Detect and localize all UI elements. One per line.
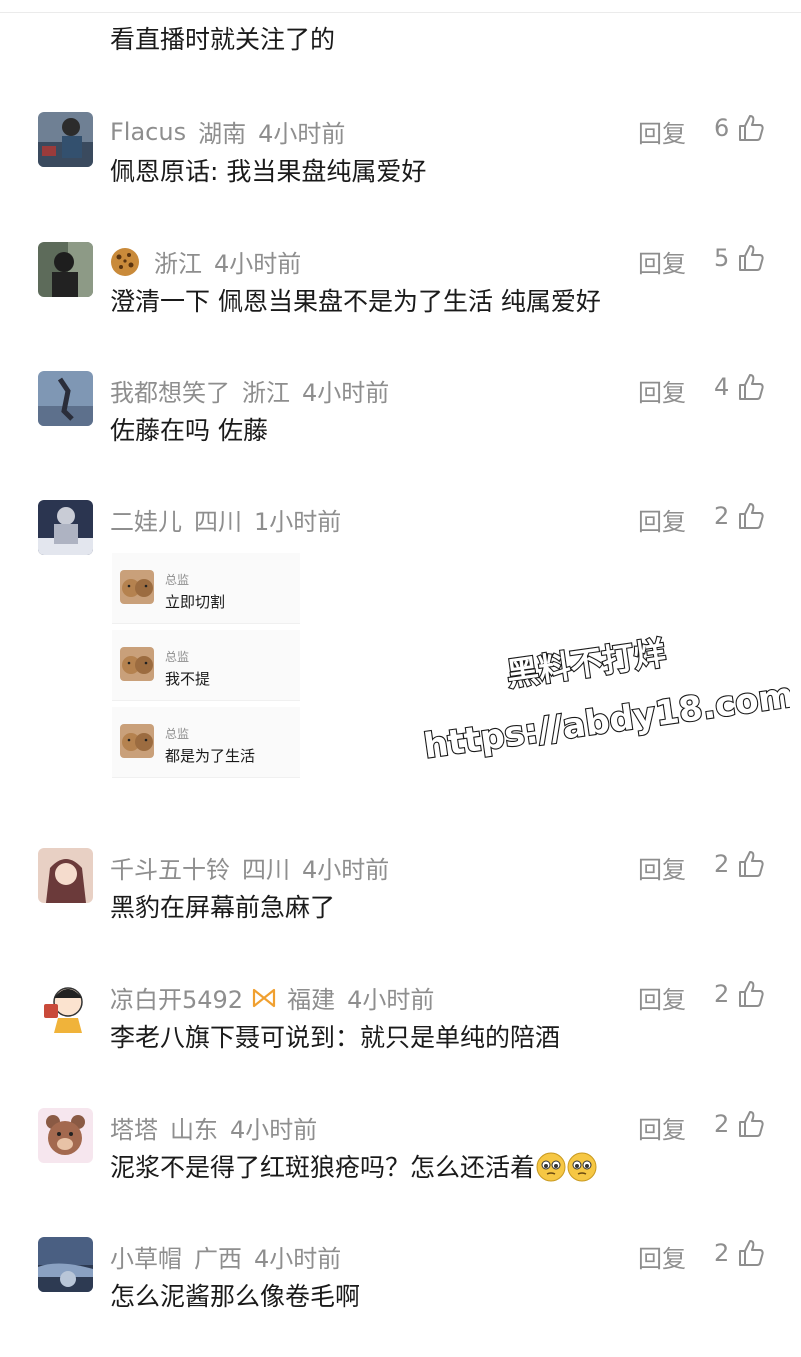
timestamp: 1小时前 [254, 508, 342, 536]
username[interactable]: 小草帽 [110, 1239, 182, 1274]
thumbs-up-icon[interactable] [738, 980, 764, 1008]
username[interactable]: 二娃儿 [110, 502, 182, 537]
comment-item: 小草帽 广西 4小时前 怎么泥酱那么像卷毛啊 回复 2 [0, 1237, 801, 1337]
watermark-line2: https://abdy18.com [421, 675, 790, 765]
reply-button[interactable]: 回复 [638, 850, 686, 885]
comment-meta: 小草帽 广西 4小时前 [110, 1239, 341, 1274]
comment-text: 李老八旗下聂可说到：就只是单纯的陪酒 [110, 1023, 561, 1052]
like-count: 2 [714, 1239, 730, 1267]
avatar[interactable] [38, 242, 93, 297]
timestamp: 4小时前 [214, 250, 302, 278]
location: 广西 [194, 1245, 242, 1273]
like-count: 2 [714, 850, 730, 878]
timestamp: 4小时前 [302, 856, 390, 884]
comment-text: 怎么泥酱那么像卷毛啊 [110, 1282, 361, 1311]
thumbs-up-icon[interactable] [738, 244, 764, 272]
thumbs-up-icon[interactable] [738, 373, 764, 401]
timestamp: 4小时前 [258, 120, 346, 148]
sender-role: 总监 [165, 573, 190, 587]
comment-item: 千斗五十铃 四川 4小时前 黑豹在屏幕前急麻了 回复 2 [0, 848, 801, 948]
comment-meta: 塔塔 山东 4小时前 [110, 1110, 317, 1145]
comment-item: Flacus 湖南 4小时前 佩恩原话: 我当果盘纯属爱好 回复 6 [0, 112, 801, 212]
comment-text: 佩恩原话: 我当果盘纯属爱好 [110, 157, 427, 186]
location: 福建 [287, 986, 336, 1014]
thumbs-up-icon[interactable] [738, 850, 764, 878]
location: 湖南 [198, 120, 247, 148]
avatar[interactable] [38, 371, 93, 426]
comment-item: 塔塔 山东 4小时前 泥浆不是得了红斑狼疮吗？怎么还活着 回复 2 [0, 1108, 801, 1208]
comment-text: 澄清一下 佩恩当果盘不是为了生活 纯属爱好 [110, 287, 601, 316]
comment-meta: 凉白开5492 福建 4小时前 [110, 980, 434, 1015]
avatar[interactable] [38, 112, 93, 167]
sender-role: 总监 [165, 727, 190, 741]
attachment-chat-row[interactable]: 总监 都是为了生活 [112, 707, 300, 778]
thumbs-up-icon[interactable] [738, 502, 764, 530]
cat-avatar [120, 724, 154, 758]
username[interactable]: 凉白开5492 [110, 980, 243, 1015]
comment-meta: 我都想笑了 浙江 4小时前 [110, 373, 389, 408]
reply-button[interactable]: 回复 [638, 502, 686, 537]
reply-button[interactable]: 回复 [638, 1110, 686, 1145]
avatar[interactable] [38, 848, 93, 903]
attachment-chat-row[interactable]: 总监 我不提 [112, 630, 300, 701]
watermark-line1: 黑料不打烊 [504, 634, 668, 694]
comment-text-partial: 看直播时就关注了的 [110, 25, 336, 54]
like-count: 6 [714, 114, 730, 142]
chat-message: 都是为了生活 [165, 747, 256, 765]
comment-item: 凉白开5492 福建 4小时前 李老八旗下聂可说到：就只是单纯的陪酒 回复 2 [0, 978, 801, 1078]
attachment-chat-row[interactable]: 总监 立即切割 [112, 553, 300, 624]
location: 四川 [242, 856, 290, 884]
comment-meta: 二娃儿 四川 1小时前 [110, 502, 341, 537]
comment-meta: Flacus 湖南 4小时前 [110, 114, 345, 149]
comment-item: 我都想笑了 浙江 4小时前 佐藤在吗 佐藤 回复 4 [0, 371, 801, 471]
avatar[interactable] [38, 500, 93, 555]
cookie-icon [111, 247, 139, 276]
watermark: 黑料不打烊 https://abdy18.com [420, 633, 790, 765]
comment-text-content: 泥浆不是得了红斑狼疮吗？怎么还活着 [110, 1153, 536, 1182]
location: 浙江 [242, 379, 290, 407]
pleading-face-icon [536, 1152, 566, 1182]
username[interactable]: Flacus [110, 118, 186, 146]
reply-button[interactable]: 回复 [638, 373, 686, 408]
like-count: 2 [714, 1110, 730, 1138]
comment-item: 浙江 4小时前 澄清一下 佩恩当果盘不是为了生活 纯属爱好 回复 5 [0, 242, 801, 342]
location: 山东 [170, 1116, 218, 1144]
reply-button[interactable]: 回复 [638, 1239, 686, 1274]
like-count: 4 [714, 373, 730, 401]
reply-button[interactable]: 回复 [638, 980, 686, 1015]
timestamp: 4小时前 [347, 986, 435, 1014]
comment-text: 泥浆不是得了红斑狼疮吗？怎么还活着 [110, 1148, 597, 1184]
thumbs-up-icon[interactable] [738, 1239, 764, 1267]
reply-button[interactable]: 回复 [638, 244, 686, 279]
thumbs-up-icon[interactable] [738, 114, 764, 142]
username[interactable]: 塔塔 [110, 1110, 158, 1145]
chat-message: 我不提 [165, 670, 211, 688]
sender-role: 总监 [165, 650, 190, 664]
pleading-face-icon [567, 1152, 597, 1182]
cat-avatar [120, 570, 154, 604]
ribbon-icon [252, 988, 276, 1007]
like-count: 2 [714, 502, 730, 530]
cat-avatar [120, 647, 154, 681]
comment-meta: 浙江 4小时前 [110, 244, 301, 279]
username[interactable]: 我都想笑了 [110, 373, 230, 408]
reply-button[interactable]: 回复 [638, 114, 686, 149]
chat-message: 立即切割 [165, 593, 226, 611]
comment-text: 佐藤在吗 佐藤 [110, 416, 268, 445]
timestamp: 4小时前 [254, 1245, 342, 1273]
location: 四川 [194, 508, 242, 536]
avatar[interactable] [38, 1237, 93, 1292]
like-count: 2 [714, 980, 730, 1008]
location: 浙江 [154, 250, 202, 278]
top-divider [0, 12, 801, 13]
avatar[interactable] [38, 978, 93, 1033]
comment-text: 黑豹在屏幕前急麻了 [110, 893, 336, 922]
username[interactable]: 千斗五十铃 [110, 850, 230, 885]
thumbs-up-icon[interactable] [738, 1110, 764, 1138]
avatar[interactable] [38, 1108, 93, 1163]
timestamp: 4小时前 [302, 379, 390, 407]
timestamp: 4小时前 [230, 1116, 318, 1144]
like-count: 5 [714, 244, 730, 272]
comment-meta: 千斗五十铃 四川 4小时前 [110, 850, 389, 885]
